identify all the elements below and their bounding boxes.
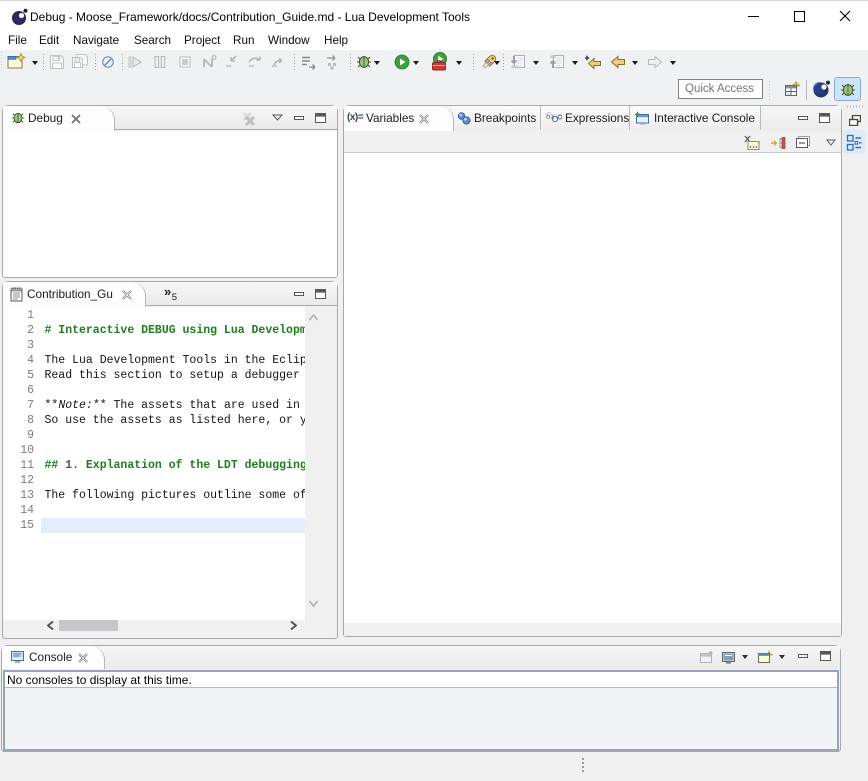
svg-text:6x: 6x	[546, 111, 555, 121]
